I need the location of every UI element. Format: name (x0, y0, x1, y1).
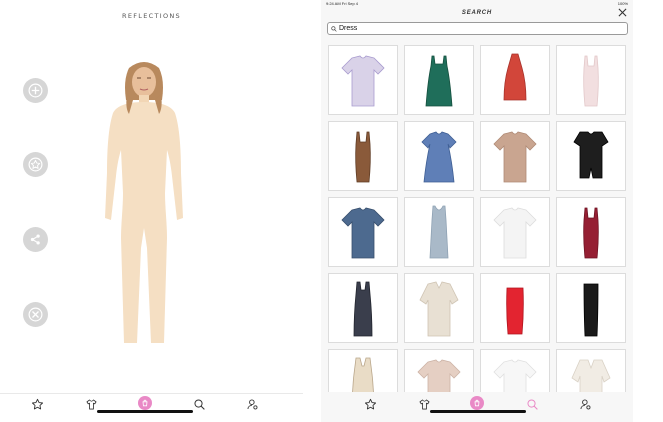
avatar-screen: REFLECTIONS (0, 0, 303, 422)
search-query: Dress (339, 25, 358, 32)
page-margin (633, 0, 663, 422)
remove-button[interactable] (23, 302, 48, 327)
home-indicator (97, 410, 193, 413)
left-tabbar (0, 392, 303, 422)
garment-image (506, 287, 524, 335)
result-item-white-tshirt-dress[interactable] (480, 197, 550, 267)
brand-logo: REFLECTIONS (122, 12, 181, 20)
screen: REFLECTIONS 9:24 AM Fri Sep 4 100% SEARC… (0, 0, 663, 422)
result-item-floral-maxi-dress[interactable] (328, 273, 398, 343)
shirt-icon (419, 399, 429, 409)
tab-profile[interactable] (243, 395, 261, 413)
garment-shape (583, 55, 599, 107)
garment-image (425, 55, 453, 107)
garment-shape (425, 55, 453, 107)
bag-icon (474, 399, 480, 407)
result-item-denim-tshirt-dress[interactable] (328, 197, 398, 267)
result-item-red-bandeau-dress[interactable] (480, 273, 550, 343)
result-item-black-strapless-maxi[interactable] (556, 273, 626, 343)
garment-shape (503, 53, 527, 101)
result-item-floral-puff-sleeve-dress[interactable] (404, 121, 474, 191)
tab-shop[interactable] (470, 396, 484, 410)
search-icon (331, 25, 337, 32)
result-item-strappy-bodycon-dress[interactable] (556, 45, 626, 115)
right-tabbar (321, 392, 633, 422)
garment-shape (429, 205, 449, 259)
result-item-halter-mini-dress[interactable] (480, 45, 550, 115)
bag-icon (142, 399, 148, 407)
result-item-satin-slip-dress[interactable] (404, 45, 474, 115)
garment-shape (421, 131, 457, 183)
favorite-button[interactable] (23, 152, 48, 177)
garment-image (503, 53, 527, 101)
garment-image (429, 205, 449, 259)
profile-icon (579, 398, 590, 409)
garment-image (493, 131, 537, 183)
tab-favorites[interactable] (28, 395, 46, 413)
garment-image (583, 207, 599, 259)
shirt-icon (86, 399, 96, 409)
result-item-tshirt-dress-nude[interactable] (480, 121, 550, 191)
search-icon (526, 398, 538, 410)
garment-image (355, 131, 371, 183)
tab-profile[interactable] (576, 395, 594, 413)
plus-icon (28, 83, 43, 98)
garment-shape (573, 131, 609, 179)
status-battery: 100% (617, 1, 628, 6)
result-item-burgundy-satin-dress[interactable] (556, 197, 626, 267)
garment-image (583, 283, 599, 337)
close-icon[interactable] (618, 8, 627, 17)
garment-shape (341, 55, 385, 107)
garment-shape (419, 281, 459, 337)
garment-shape (583, 207, 599, 259)
avatar-body (105, 62, 183, 343)
garment-shape (355, 131, 371, 183)
star-icon (31, 398, 43, 409)
garment-image (341, 207, 385, 259)
search-input[interactable]: Dress (327, 22, 628, 35)
result-item-shirt-dress-beige[interactable] (404, 273, 474, 343)
result-item-printed-midi-dress[interactable] (328, 121, 398, 191)
search-screen: 9:24 AM Fri Sep 4 100% SEARCH Dress (321, 0, 633, 422)
tab-shop[interactable] (138, 396, 152, 410)
home-indicator (430, 410, 526, 413)
tab-favorites[interactable] (361, 395, 379, 413)
search-icon (193, 398, 205, 410)
result-item-black-romper[interactable] (556, 121, 626, 191)
garment-image (421, 131, 457, 183)
garment-image (341, 55, 385, 107)
star-icon (28, 157, 43, 172)
search-title: SEARCH (461, 10, 493, 16)
garment-image (583, 55, 599, 107)
garment-image (573, 131, 609, 179)
garment-image (493, 207, 537, 259)
garment-shape (353, 281, 373, 337)
close-icon (28, 307, 43, 322)
status-time: 9:24 AM Fri Sep 4 (326, 1, 359, 6)
share-icon (30, 234, 40, 245)
result-item-oversized-tshirt-dress[interactable] (328, 45, 398, 115)
garment-shape (493, 131, 537, 183)
garment-image (419, 281, 459, 337)
garment-shape (493, 207, 537, 259)
garment-shape (583, 283, 599, 337)
star-icon (364, 398, 376, 409)
add-button[interactable] (23, 78, 48, 103)
profile-icon (246, 398, 257, 409)
avatar-figure[interactable] (99, 58, 189, 350)
garment-shape (341, 207, 385, 259)
status-bar: 9:24 AM Fri Sep 4 100% (321, 0, 633, 7)
share-button[interactable] (23, 227, 48, 252)
result-item-ribbed-tank-dress[interactable] (404, 197, 474, 267)
garment-shape (506, 287, 524, 335)
garment-image (353, 281, 373, 337)
